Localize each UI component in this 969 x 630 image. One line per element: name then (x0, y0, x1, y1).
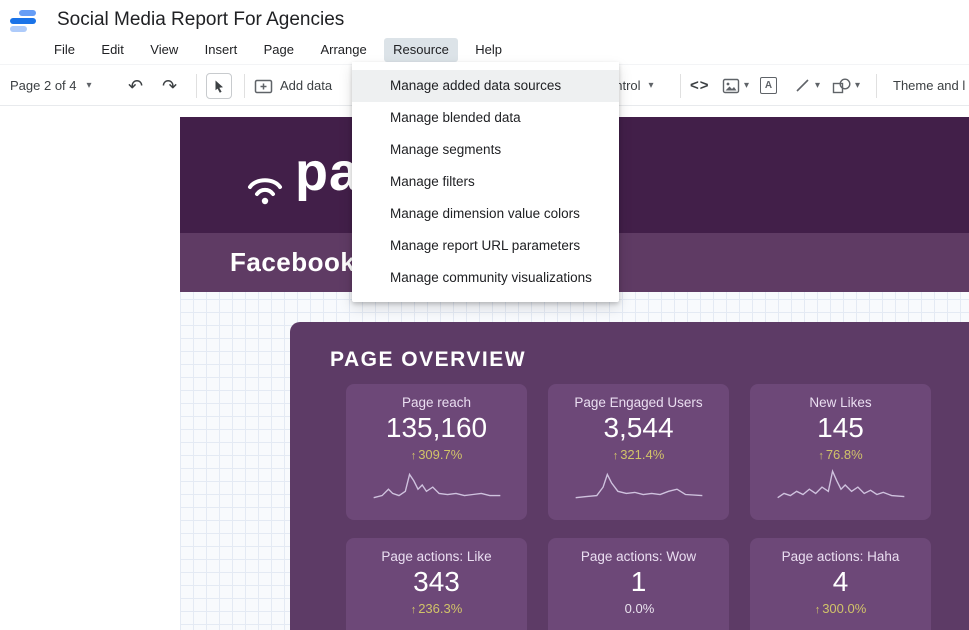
metrics-grid: Page reach 135,160 ↑ 309.7% Page Engaged … (346, 384, 931, 630)
sparkline-chart (373, 472, 500, 499)
metric-delta: ↑ 300.0% (814, 601, 867, 617)
line-icon (796, 79, 809, 92)
chevron-down-icon: ▾ (86, 79, 92, 91)
chevron-down-icon: ▾ (815, 79, 821, 91)
line-tool-button[interactable]: ▾ (794, 65, 820, 106)
metric-value: 1 (630, 566, 647, 597)
up-arrow-icon: ↑ (410, 604, 417, 617)
wifi-icon (248, 178, 282, 205)
menu-item-help[interactable]: Help (466, 38, 511, 62)
chevron-down-icon: ▾ (744, 79, 750, 91)
chevron-down-icon: ▾ (648, 79, 654, 91)
menu-item-manage-report-url-parameters[interactable]: Manage report URL parameters (352, 230, 619, 262)
toolbar-divider (876, 74, 877, 98)
menu-bar: File Edit View Insert Page Arrange Resou… (0, 38, 969, 64)
menu-item-manage-dimension-value-colors[interactable]: Manage dimension value colors (352, 198, 619, 230)
add-data-label: Add data (280, 78, 333, 93)
menu-item-page[interactable]: Page (255, 38, 303, 62)
add-data-icon (254, 79, 273, 93)
redo-icon: ↷ (162, 75, 178, 96)
embed-icon: <> (690, 77, 710, 94)
undo-icon: ↶ (128, 75, 144, 96)
metric-label: Page actions: Like (381, 549, 492, 564)
up-arrow-icon: ↑ (818, 450, 824, 463)
menu-item-manage-community-visualizations[interactable]: Manage community visualizations (352, 262, 619, 294)
up-arrow-icon: ↑ (410, 450, 417, 463)
toolbar-divider (680, 74, 681, 98)
app-header: Social Media Report For Agencies (0, 0, 969, 40)
metric-delta: ↑ 236.3% (410, 601, 463, 617)
add-data-button[interactable]: Add data (254, 65, 332, 106)
logo-bar (19, 10, 36, 16)
metric-value: 145 (817, 412, 864, 443)
page-indicator: Page 2 of 4 (10, 78, 77, 93)
text-tool-button[interactable]: A (760, 77, 777, 94)
metric-label: Page reach (401, 395, 472, 410)
page-selector[interactable]: Page 2 of 4 ▾ (10, 65, 92, 106)
cursor-icon (215, 80, 223, 93)
scorecard-page-reach[interactable]: Page reach 135,160 ↑ 309.7% (346, 384, 527, 520)
report-title[interactable]: Social Media Report For Agencies (57, 0, 344, 40)
menu-item-file[interactable]: File (45, 38, 84, 62)
image-tool-button[interactable]: ▾ (722, 65, 749, 106)
metric-label: New Likes (809, 395, 872, 410)
scorecard-page-actions-wow[interactable]: Page actions: Wow 1 0.0% (548, 538, 729, 630)
menu-item-manage-filters[interactable]: Manage filters (352, 166, 619, 198)
undo-button[interactable]: ↶ (128, 65, 143, 106)
scorecard-new-likes[interactable]: New Likes 145 ↑ 76.8% (750, 384, 931, 520)
shape-tool-button[interactable]: ▾ (832, 65, 860, 106)
menu-item-manage-blended-data[interactable]: Manage blended data (352, 102, 619, 134)
metric-delta: ↑ 321.4% (612, 447, 665, 463)
up-arrow-icon: ↑ (612, 450, 619, 463)
metric-value: 135,160 (385, 412, 488, 443)
section-title: Facebook (230, 247, 356, 277)
looker-studio-logo-icon[interactable] (10, 8, 36, 34)
metric-delta: ↑ 309.7% (410, 447, 463, 463)
metric-delta: ↑ 76.8% (818, 447, 863, 463)
toolbar-divider (244, 74, 245, 98)
menu-item-edit[interactable]: Edit (92, 38, 132, 62)
text-icon: A (764, 80, 773, 91)
chevron-down-icon: ▾ (855, 79, 861, 91)
embed-button[interactable]: <> (690, 65, 710, 106)
metric-value: 4 (832, 566, 849, 597)
metric-value: 343 (413, 566, 460, 597)
metric-delta: 0.0% (624, 601, 655, 617)
scorecard-page-actions-haha[interactable]: Page actions: Haha 4 ↑ 300.0% (750, 538, 931, 630)
sparkline-chart (776, 469, 904, 499)
scorecard-page-engaged-users[interactable]: Page Engaged Users 3,544 ↑ 321.4% (548, 384, 729, 520)
redo-button[interactable]: ↷ (162, 65, 177, 106)
logo-bar (10, 18, 36, 24)
shape-icon (832, 78, 851, 94)
sparkline-chart (575, 472, 702, 499)
menu-item-manage-segments[interactable]: Manage segments (352, 134, 619, 166)
theme-layout-button[interactable]: Theme and l (893, 65, 965, 106)
menu-item-resource[interactable]: Resource (384, 38, 458, 62)
metric-label: Page actions: Haha (781, 549, 900, 564)
menu-item-insert[interactable]: Insert (196, 38, 247, 62)
scorecard-page-actions-like[interactable]: Page actions: Like 343 ↑ 236.3% (346, 538, 527, 630)
toolbar-divider (196, 74, 197, 98)
page-overview-card[interactable]: PAGE OVERVIEW Page reach 135,160 ↑ 309.7%… (290, 322, 969, 630)
menu-item-arrange[interactable]: Arrange (311, 38, 375, 62)
select-mode-button[interactable] (206, 73, 232, 99)
menu-item-view[interactable]: View (141, 38, 187, 62)
metric-label: Page Engaged Users (574, 395, 703, 410)
theme-layout-label: Theme and l (893, 78, 966, 93)
resource-dropdown-menu: Manage added data sources Manage blended… (352, 62, 619, 302)
up-arrow-icon: ↑ (814, 604, 821, 617)
metric-label: Page actions: Wow (580, 549, 697, 564)
brand-logo-text: pa (295, 142, 361, 202)
page-overview-title: PAGE OVERVIEW (330, 348, 527, 371)
image-icon (722, 78, 740, 93)
brand-logo: pa (242, 142, 361, 207)
metric-value: 3,544 (603, 412, 674, 443)
menu-item-manage-added-data-sources[interactable]: Manage added data sources (352, 70, 619, 102)
logo-bar (10, 26, 27, 32)
